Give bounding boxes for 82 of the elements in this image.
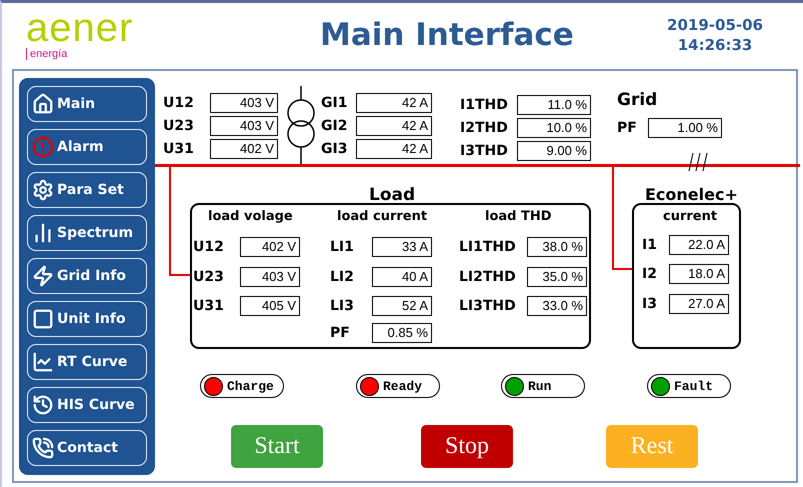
load-value: 40 A (372, 267, 432, 287)
econelec-label: I1 (642, 238, 657, 252)
econelec-value: 18.0 A (669, 264, 729, 284)
econelec-label: I2 (642, 267, 657, 281)
nav-button[interactable]: Grid Info (27, 258, 147, 294)
load-label: U23 (193, 270, 224, 284)
time-text: 14:26:33 (678, 34, 752, 54)
pf-label: PF (617, 121, 637, 135)
thd-label: I3THD (460, 144, 508, 158)
load-label: LI2 (330, 270, 354, 284)
load-label: PF (330, 326, 350, 340)
voltage-label: U31 (163, 142, 194, 156)
three-phase-mark (687, 152, 709, 172)
stop-button[interactable]: Stop (421, 425, 513, 468)
nav-button[interactable]: HIS Curve (27, 387, 147, 423)
column-heading: load THD (485, 210, 552, 223)
thd-label: I1THD (460, 98, 508, 112)
current-value: 42 A (356, 139, 432, 159)
current-value: 42 A (356, 116, 432, 136)
current-label: GI3 (321, 142, 348, 156)
load-title: Load (369, 187, 416, 204)
brand-tagline: energía (26, 48, 68, 60)
brand-logo: aener (26, 10, 134, 46)
nav-button[interactable]: Para Set (27, 172, 147, 208)
column-heading: current (663, 210, 718, 223)
load-value: 35.0 % (527, 267, 587, 287)
status-label: Ready (383, 378, 422, 394)
status-label: Run (528, 378, 552, 394)
load-value: 52 A (372, 296, 432, 316)
gear-icon (32, 179, 54, 201)
line-chart-icon (32, 351, 54, 373)
nav-button[interactable]: RT Curve (27, 344, 147, 380)
pf-value: 1.00 % (648, 118, 722, 138)
page-title: Main Interface (320, 16, 574, 52)
thd-label: I2THD (460, 121, 508, 135)
voltage-value: 402 V (210, 139, 278, 159)
column-heading: load current (337, 210, 428, 223)
current-value: 42 A (356, 93, 432, 113)
square-icon (32, 308, 54, 330)
load-value: 402 V (240, 237, 300, 257)
load-value: 405 V (240, 296, 300, 316)
load-value: 33.0 % (527, 296, 587, 316)
load-value: 33 A (372, 237, 432, 257)
status-label: Charge (227, 378, 274, 394)
load-value: 0.85 % (372, 323, 432, 343)
thd-value: 10.0 % (517, 118, 591, 138)
home-icon (32, 93, 54, 115)
load-value: 403 V (240, 267, 300, 287)
current-label: GI2 (321, 119, 348, 133)
nav-button[interactable]: Contact (27, 430, 147, 466)
nav-button[interactable]: Spectrum (27, 215, 147, 251)
load-label: LI2THD (459, 270, 516, 284)
grid-title: Grid (617, 92, 658, 109)
load-label: LI3 (330, 299, 354, 313)
load-label: U31 (193, 299, 224, 313)
voltage-label: U12 (163, 96, 194, 110)
thd-value: 11.0 % (517, 95, 591, 115)
econelec-value: 27.0 A (669, 294, 729, 314)
transformer-icon (286, 86, 316, 166)
econelec-title: Econelec+ (645, 187, 738, 203)
history-icon (32, 394, 54, 416)
voltage-value: 403 V (210, 93, 278, 113)
lightning-icon (32, 265, 54, 287)
load-label: U12 (193, 240, 224, 254)
load-value: 38.0 % (527, 237, 587, 257)
nav-button[interactable]: Main (27, 86, 147, 122)
alert-icon (32, 136, 54, 158)
econelec-value: 22.0 A (669, 235, 729, 255)
load-label: LI1THD (459, 240, 516, 254)
phone-icon (32, 437, 54, 459)
current-label: GI1 (321, 96, 348, 110)
voltage-value: 403 V (210, 116, 278, 136)
voltage-label: U23 (163, 119, 194, 133)
load-label: LI1 (330, 240, 354, 254)
date-text: 2019-05-06 (667, 14, 763, 34)
econelec-label: I3 (642, 297, 657, 311)
nav-button[interactable]: Unit Info (27, 301, 147, 337)
column-heading: load volage (208, 210, 293, 223)
thd-value: 9.00 % (517, 141, 591, 161)
nav-button[interactable]: Alarm (27, 129, 147, 165)
status-label: Fault (674, 378, 714, 394)
load-label: LI3THD (459, 299, 516, 313)
